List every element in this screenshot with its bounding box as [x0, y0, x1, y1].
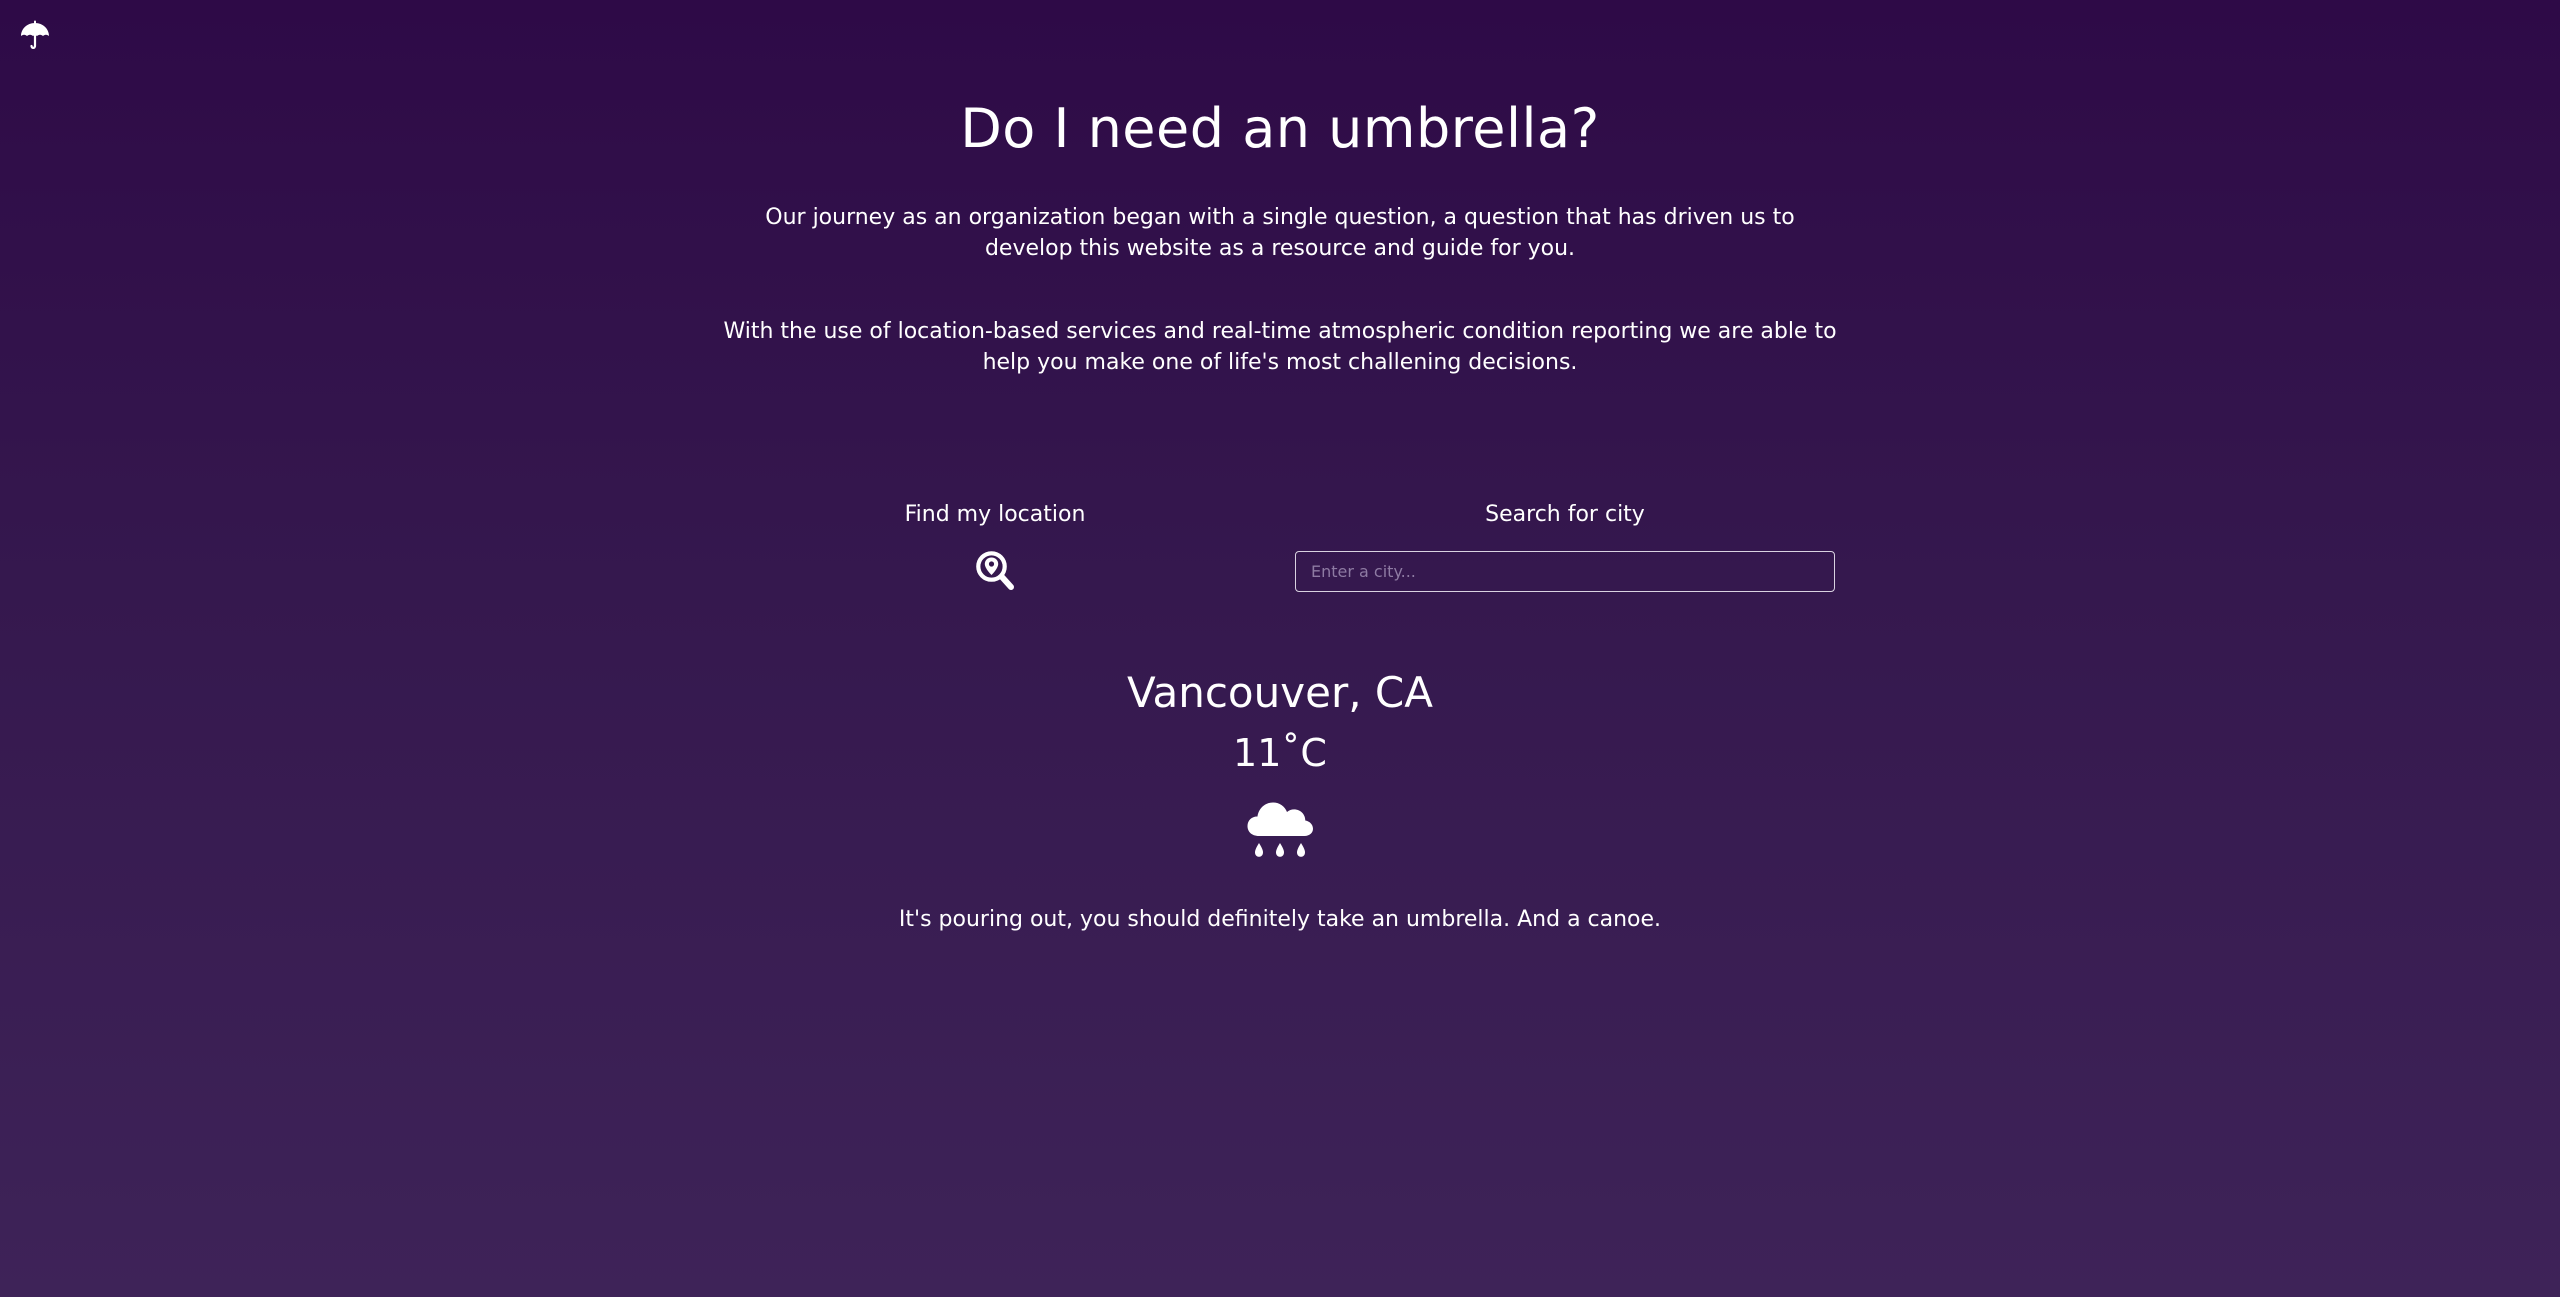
umbrella-verdict: It's pouring out, you should definitely …	[898, 907, 1662, 932]
intro-paragraph-mission: Our journey as an organization began wit…	[765, 205, 1795, 261]
temperature-readout: 11˚C	[1233, 731, 1327, 775]
rain-cloud-icon	[1245, 796, 1315, 866]
city-search-input[interactable]	[1295, 551, 1835, 592]
intro-paragraph-services: With the use of location-based services …	[723, 319, 1837, 375]
page-title: Do I need an umbrella?	[960, 97, 1600, 160]
location-name: Vancouver, CA	[1127, 668, 1433, 717]
find-location-button[interactable]	[975, 550, 1015, 592]
search-city-label: Search for city	[1485, 502, 1645, 527]
find-location-label: Find my location	[904, 502, 1086, 527]
location-search-icon	[976, 551, 1014, 590]
umbrella-icon[interactable]	[19, 20, 51, 52]
